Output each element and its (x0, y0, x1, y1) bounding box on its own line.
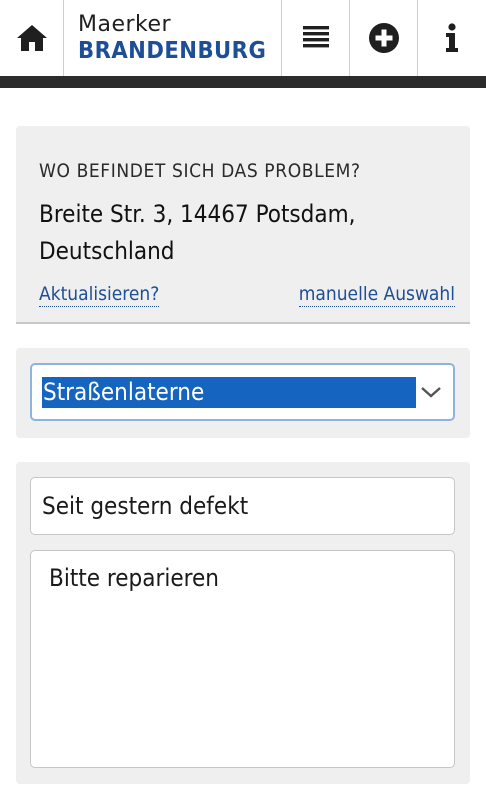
category-select[interactable]: Straßenlaterne (30, 363, 455, 421)
app-header: Maerker BRANDENBURG (0, 0, 486, 76)
manual-selection-link[interactable]: manuelle Auswahl (298, 283, 455, 307)
logo-line-2: BRANDENBURG (78, 38, 267, 64)
add-report-button[interactable] (350, 0, 418, 76)
app-logo[interactable]: Maerker BRANDENBURG (64, 0, 282, 76)
list-icon (302, 26, 329, 48)
logo-line-1: Maerker (78, 12, 172, 37)
location-label: WO BEFINDET SICH DAS PROBLEM? (39, 160, 361, 182)
home-button[interactable] (0, 0, 64, 76)
info-button[interactable] (418, 0, 486, 76)
home-icon (16, 25, 47, 51)
category-panel: Straßenlaterne (16, 348, 470, 438)
location-panel: WO BEFINDET SICH DAS PROBLEM? Breite Str… (16, 126, 470, 324)
list-button[interactable] (282, 0, 350, 76)
info-icon (446, 23, 458, 52)
title-input[interactable]: Seit gestern defekt (30, 477, 455, 535)
description-textarea[interactable]: Bitte reparieren (30, 550, 455, 768)
chevron-down-icon (421, 387, 441, 398)
report-form-panel: Seit gestern defekt Bitte reparieren (16, 462, 470, 784)
update-location-link[interactable]: Aktualisieren? (39, 283, 160, 307)
location-address: Breite Str. 3, 14467 Potsdam, Deutschlan… (39, 200, 356, 265)
category-selected-value: Straßenlaterne (42, 377, 416, 408)
plus-circle-icon (368, 23, 399, 53)
header-divider-bar (0, 76, 486, 88)
